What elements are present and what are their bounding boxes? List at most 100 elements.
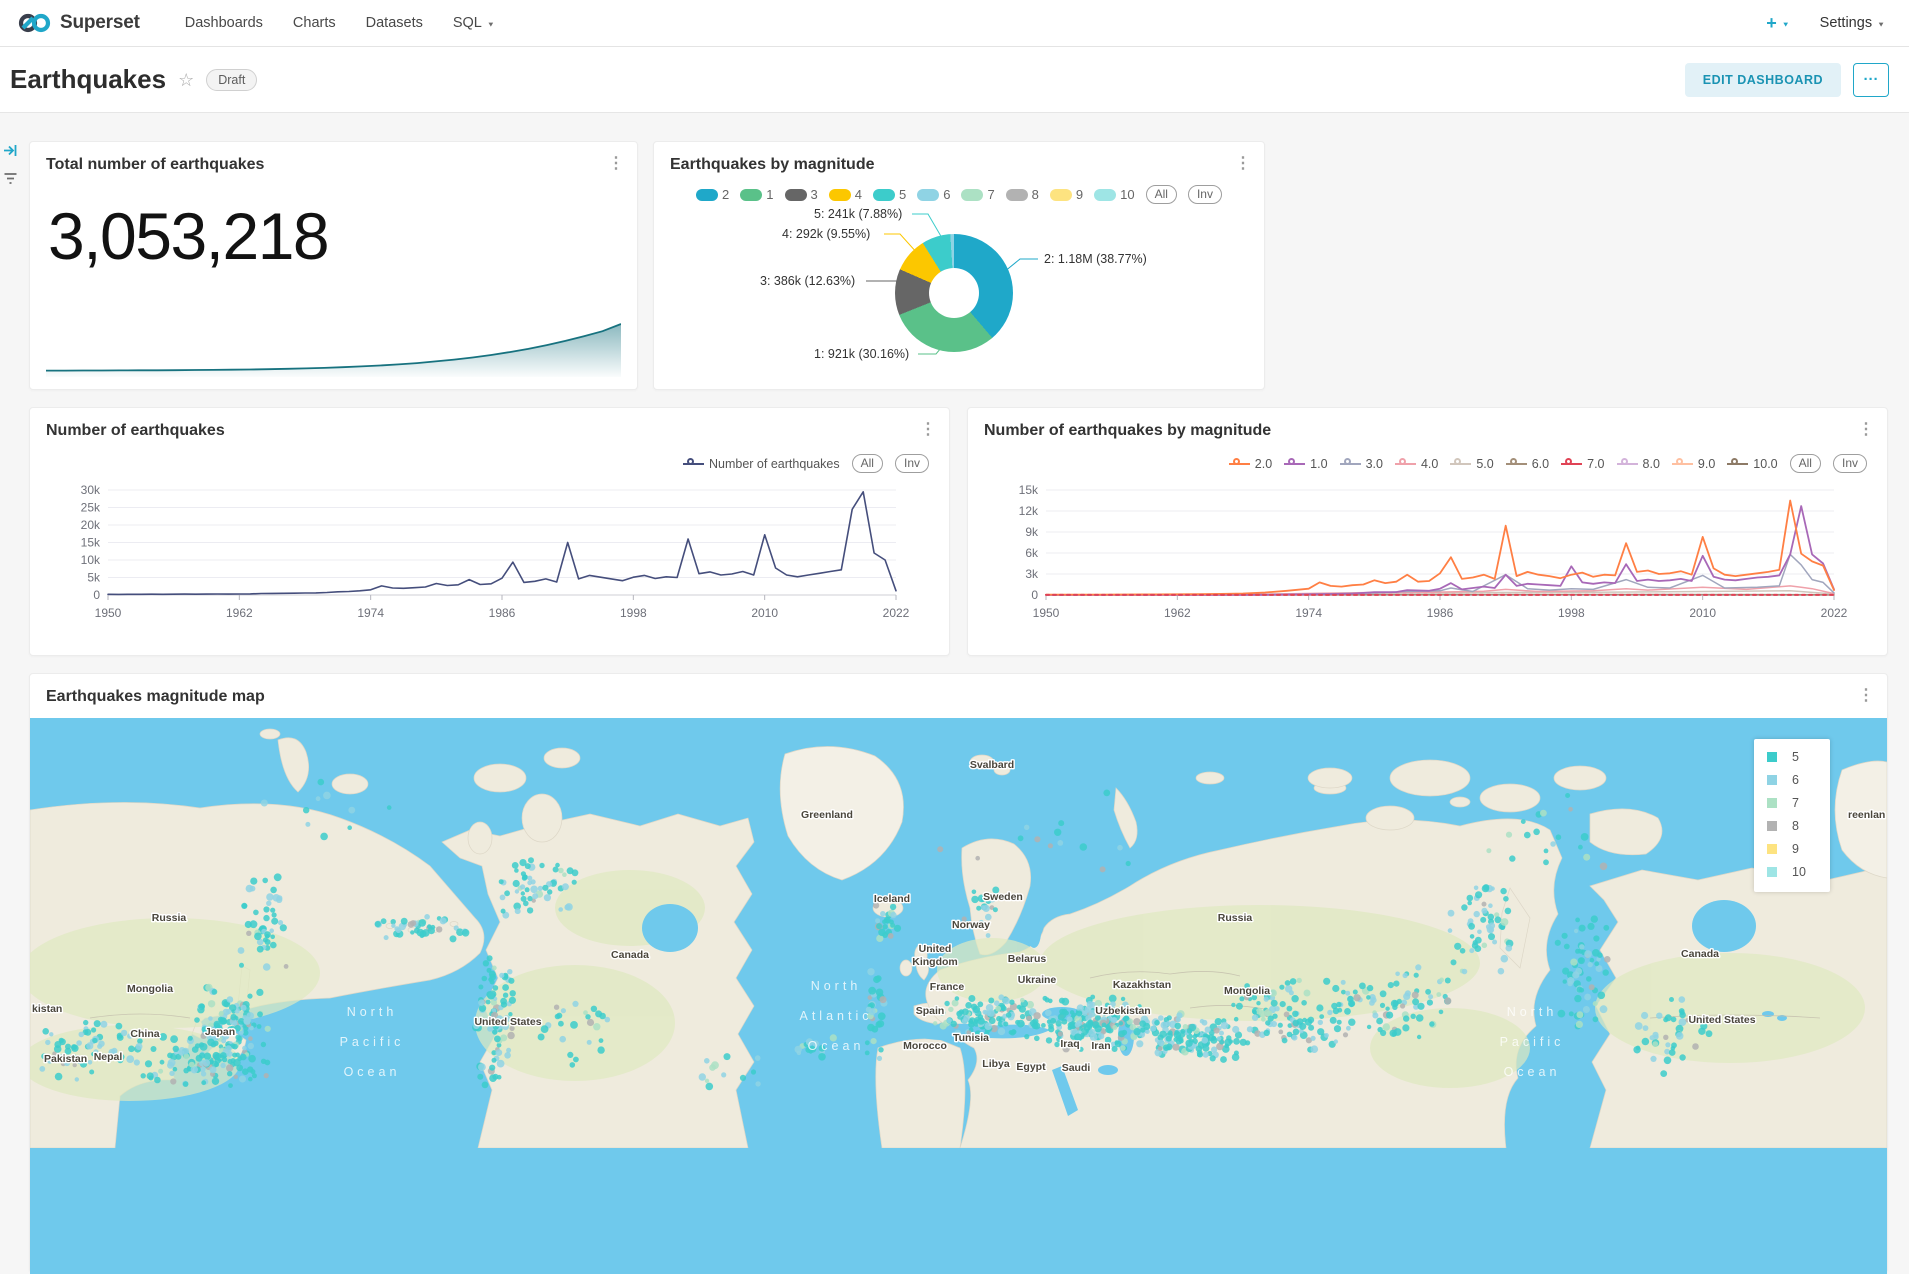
earthquake-dot: [215, 1057, 221, 1063]
earthquake-dot: [1301, 1000, 1307, 1006]
legend-item[interactable]: 8.0: [1617, 457, 1660, 471]
map-place-label: reenlan: [1848, 809, 1885, 821]
earthquake-dot: [1252, 1010, 1257, 1015]
earthquake-dot: [937, 846, 943, 852]
legend-item[interactable]: 4: [829, 187, 862, 202]
legend-inv-button[interactable]: Inv: [1833, 454, 1867, 473]
legend-item[interactable]: 5: [873, 187, 906, 202]
earthquake-dot: [1292, 1011, 1298, 1017]
chart-kebab-menu[interactable]: ⋮: [916, 420, 940, 440]
earthquake-dot: [968, 1021, 975, 1028]
more-options-button[interactable]: ···: [1853, 63, 1889, 97]
legend-item[interactable]: 1: [740, 187, 773, 202]
donut-label: 2: 1.18M (38.77%): [1044, 252, 1147, 266]
map-place-label: Libya: [982, 1058, 1010, 1070]
earthquake-dot: [1033, 1022, 1040, 1029]
chart-kebab-menu[interactable]: ⋮: [604, 154, 628, 174]
legend-item[interactable]: 2.0: [1229, 457, 1272, 471]
legend-item[interactable]: 10: [1094, 187, 1134, 202]
legend-item[interactable]: 3.0: [1340, 457, 1383, 471]
top-nav: Superset Dashboards Charts Datasets SQL▼…: [0, 0, 1909, 47]
donut-label: 5: 241k (7.88%): [814, 207, 902, 221]
legend-all-button[interactable]: All: [852, 454, 883, 473]
earthquake-dot: [208, 1016, 213, 1021]
earthquake-dot: [1056, 1020, 1062, 1026]
legend-swatch: [1767, 844, 1777, 854]
world-map[interactable]: NorthPacificOceanNorthAtlanticOceanNorth…: [30, 718, 1887, 1274]
earthquake-dot: [521, 891, 525, 895]
legend-item[interactable]: 5.0: [1450, 457, 1493, 471]
legend-item[interactable]: 4.0: [1395, 457, 1438, 471]
filter-icon[interactable]: [3, 171, 18, 186]
legend-item[interactable]: 2: [696, 187, 729, 202]
line-chart[interactable]: 05k10k15k20k25k30k1950196219741986199820…: [46, 478, 935, 638]
x-axis-label: 1950: [1033, 606, 1060, 620]
earthquake-dot: [1436, 992, 1441, 997]
earthquake-dot: [256, 989, 263, 996]
earthquake-dot: [248, 1077, 253, 1082]
earthquake-dot: [1414, 973, 1419, 978]
earthquake-dot: [1482, 902, 1487, 907]
earthquake-dot: [1046, 1037, 1052, 1043]
earthquake-dot: [257, 1011, 263, 1017]
earthquake-dot: [1555, 940, 1561, 946]
nav-dashboards[interactable]: Dashboards: [185, 15, 263, 31]
earthquake-dot: [490, 980, 495, 985]
earthquake-dot: [154, 1077, 161, 1084]
earthquake-dot: [875, 918, 880, 923]
legend-all-button[interactable]: All: [1790, 454, 1821, 473]
earthquake-dot: [227, 1071, 232, 1076]
earthquake-dot: [1236, 1003, 1243, 1010]
earthquake-dot: [1094, 1025, 1101, 1032]
legend-swatch: [1767, 821, 1777, 831]
legend-inv-button[interactable]: Inv: [1188, 185, 1222, 204]
earthquake-dot: [1589, 984, 1595, 990]
earthquake-dot: [1158, 1015, 1164, 1021]
nav-charts[interactable]: Charts: [293, 15, 336, 31]
earthquake-dot: [91, 1027, 96, 1032]
earthquake-dot: [704, 1058, 710, 1064]
chart-kebab-menu[interactable]: ⋮: [1231, 154, 1255, 174]
legend-item[interactable]: 6: [917, 187, 950, 202]
earthquake-dot: [394, 926, 399, 931]
earthquake-dot: [541, 1025, 549, 1033]
legend-inv-button[interactable]: Inv: [895, 454, 929, 473]
superset-logo[interactable]: Superset: [18, 12, 140, 34]
earthquake-dot: [1481, 908, 1487, 914]
earthquake-dot: [1174, 1030, 1179, 1035]
chart-kebab-menu[interactable]: ⋮: [1854, 420, 1878, 440]
line-chart[interactable]: 03k6k9k12k15k195019621974198619982010202…: [984, 478, 1873, 638]
map-place-label: Greenland: [801, 809, 853, 821]
earthquake-dot: [1291, 995, 1298, 1002]
earthquake-dot: [1643, 1025, 1649, 1031]
new-item-button[interactable]: +▼: [1766, 13, 1789, 34]
earthquake-dot: [208, 1000, 215, 1007]
earthquake-dot: [599, 1038, 604, 1043]
legend-item[interactable]: 3: [785, 187, 818, 202]
legend-item[interactable]: 7.0: [1561, 457, 1604, 471]
legend-item[interactable]: 1.0: [1284, 457, 1327, 471]
earthquake-dot: [1026, 1016, 1031, 1021]
legend-item[interactable]: 9: [1050, 187, 1083, 202]
nav-sql[interactable]: SQL▼: [453, 15, 495, 31]
expand-filter-bar-icon[interactable]: [3, 143, 18, 158]
nav-datasets[interactable]: Datasets: [366, 15, 423, 31]
settings-menu[interactable]: Settings▼: [1820, 15, 1885, 31]
legend-item[interactable]: 10.0: [1727, 457, 1777, 471]
x-axis-label: 1986: [489, 606, 516, 620]
edit-dashboard-button[interactable]: EDIT DASHBOARD: [1685, 63, 1841, 97]
earthquake-dot: [240, 1054, 247, 1061]
earthquake-dot: [1067, 1016, 1073, 1022]
earthquake-dot: [998, 1028, 1005, 1035]
earthquake-dot: [975, 856, 980, 861]
legend-item[interactable]: 8: [1006, 187, 1039, 202]
favorite-star-icon[interactable]: ☆: [178, 70, 194, 91]
donut-chart[interactable]: [895, 234, 1013, 352]
legend-item[interactable]: Number of earthquakes: [683, 457, 840, 471]
legend-item[interactable]: 9.0: [1672, 457, 1715, 471]
legend-all-button[interactable]: All: [1146, 185, 1177, 204]
earthquake-dot: [219, 1011, 224, 1016]
legend-item[interactable]: 7: [961, 187, 994, 202]
chart-kebab-menu[interactable]: ⋮: [1854, 686, 1878, 706]
legend-item[interactable]: 6.0: [1506, 457, 1549, 471]
